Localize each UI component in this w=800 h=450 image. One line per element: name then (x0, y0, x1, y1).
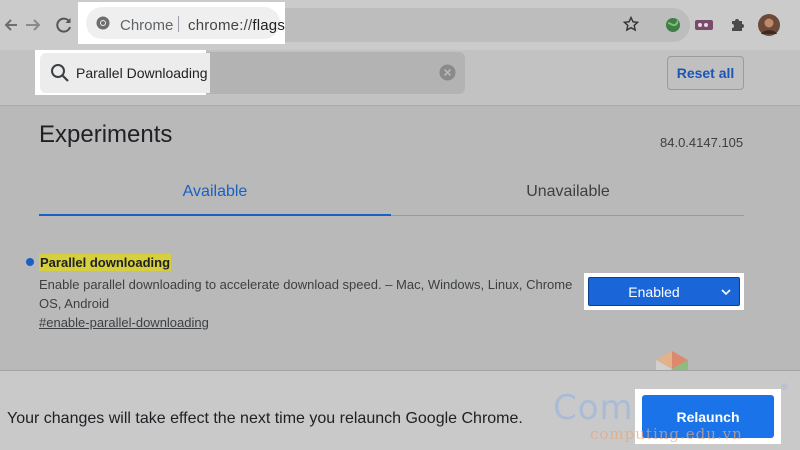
chevron-down-icon (721, 289, 731, 296)
tab-available[interactable]: Available (39, 183, 391, 201)
page-title: Experiments (39, 121, 173, 148)
extensions-puzzle-icon[interactable] (726, 14, 748, 36)
search-input[interactable]: Parallel Downloading (76, 65, 208, 81)
search-divider (0, 105, 800, 106)
watermark-registered-mark: ® (781, 382, 788, 392)
back-arrow-icon[interactable] (0, 14, 22, 36)
tab-active-indicator (39, 214, 391, 216)
reset-all-button[interactable]: Reset all (667, 56, 744, 90)
search-field-extension[interactable] (205, 52, 465, 94)
bookmark-star-icon[interactable] (623, 16, 639, 32)
omnibox-separator (178, 16, 179, 32)
flag-state-value: Enabled (628, 284, 680, 300)
search-icon (51, 64, 69, 82)
tab-unavailable[interactable]: Unavailable (392, 183, 744, 201)
flag-description: Enable parallel downloading to accelerat… (39, 277, 573, 311)
profile-avatar[interactable] (758, 14, 780, 36)
url-host: flags (252, 17, 286, 34)
modified-flag-dot (26, 258, 34, 266)
site-label: Chrome (120, 17, 174, 34)
omnibox[interactable]: Chrome chrome://flags (78, 2, 285, 44)
extension-globe-icon[interactable] (662, 14, 684, 36)
flag-select-highlight: Enabled (584, 273, 744, 310)
extension-recorder-icon[interactable] (693, 14, 715, 36)
chrome-logo-icon (96, 16, 110, 30)
url-scheme: chrome:// (188, 17, 253, 34)
flag-permalink[interactable]: #enable-parallel-downloading (39, 315, 209, 330)
url-text[interactable]: chrome://flags (188, 17, 285, 34)
flag-state-select[interactable]: Enabled (588, 277, 740, 306)
forward-arrow-icon[interactable] (22, 14, 44, 36)
relaunch-message: Your changes will take effect the next t… (7, 410, 523, 427)
version-label: 84.0.4147.105 (660, 135, 744, 150)
reload-icon[interactable] (53, 14, 75, 36)
clear-search-icon[interactable] (439, 64, 456, 81)
watermark-subtext: computing.edu.vn (590, 425, 743, 443)
flag-title: Parallel downloading (39, 254, 172, 271)
